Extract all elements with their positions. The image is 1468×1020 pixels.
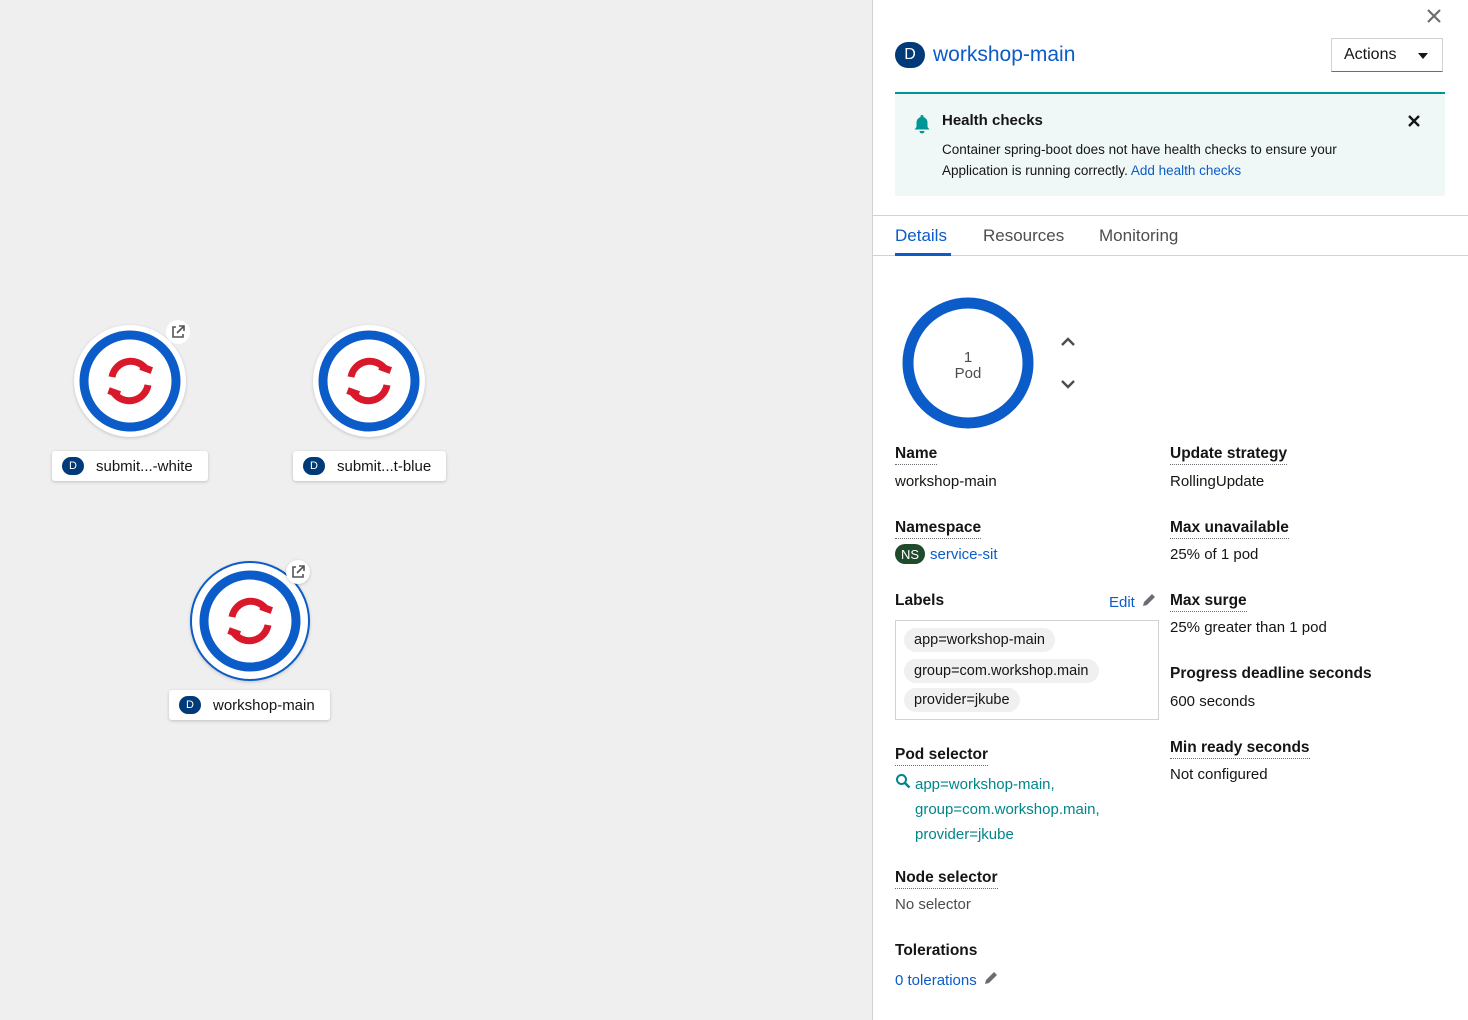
max-unavailable-label: Max unavailable	[1170, 519, 1289, 539]
panel-header: D workshop-main	[895, 42, 1075, 68]
close-panel-icon[interactable]	[1424, 6, 1444, 26]
node-circle[interactable]	[313, 325, 425, 437]
progress-deadline-value: 600 seconds	[1170, 693, 1256, 710]
tolerations-link: 0 tolerations	[895, 971, 977, 989]
update-strategy-value: RollingUpdate	[1170, 473, 1265, 490]
pod-selector-label: Pod selector	[895, 746, 989, 766]
add-health-checks-link[interactable]: Add health checks	[1131, 163, 1241, 178]
node-name: workshop-main	[213, 696, 315, 714]
labels-label: Labels	[895, 592, 945, 609]
panel-title[interactable]: workshop-main	[933, 43, 1075, 67]
pod-unit: Pod	[954, 365, 982, 382]
min-ready-value: Not configured	[1170, 766, 1268, 783]
namespace-link[interactable]: service-sit	[930, 546, 998, 563]
alert-title: Health checks	[942, 112, 1043, 129]
tab-details[interactable]: Details	[895, 226, 947, 246]
tab-resources[interactable]: Resources	[983, 226, 1064, 246]
node-label[interactable]: D submit...-white	[52, 451, 208, 481]
tolerations-edit[interactable]: 0 tolerations	[895, 970, 999, 990]
open-url-icon[interactable]	[166, 320, 190, 344]
alert-body: Container spring-boot does not have heal…	[942, 139, 1392, 181]
pod-selector-line: group=com.workshop.main,	[915, 801, 1100, 818]
labels-edit-button[interactable]: Edit	[1109, 592, 1157, 612]
node-selector-label: Node selector	[895, 869, 998, 889]
topology-canvas[interactable]: D submit...-white D submit...t-blue D wo…	[0, 0, 872, 1020]
tab-monitoring[interactable]: Monitoring	[1099, 226, 1178, 246]
health-checks-alert: Health checks Container spring-boot does…	[895, 92, 1445, 196]
name-value: workshop-main	[895, 473, 997, 490]
pod-selector-line: provider=jkube	[915, 826, 1014, 843]
node-circle[interactable]	[74, 325, 186, 437]
scale-down-icon[interactable]	[1059, 377, 1077, 396]
edit-label: Edit	[1109, 593, 1135, 611]
pencil-icon	[1141, 592, 1157, 612]
label-chip[interactable]: app=workshop-main	[904, 628, 1055, 652]
pod-ring-label: 1 Pod	[901, 350, 1035, 382]
node-selector-value: No selector	[895, 896, 971, 913]
pod-selector-link[interactable]: app=workshop-main, group=com.workshop.ma…	[915, 772, 1100, 847]
tab-bar: Details Resources Monitoring	[873, 216, 1468, 256]
deployment-badge: D	[62, 457, 84, 475]
deployment-badge: D	[303, 457, 325, 475]
label-chip[interactable]: provider=jkube	[904, 688, 1020, 712]
openshift-logo-icon	[79, 330, 181, 432]
node-name: submit...-white	[96, 457, 193, 475]
pencil-icon	[983, 970, 999, 990]
max-surge-label: Max surge	[1170, 592, 1247, 612]
openshift-logo-icon	[318, 330, 420, 432]
open-url-icon[interactable]	[286, 560, 310, 584]
min-ready-label: Min ready seconds	[1170, 739, 1310, 759]
namespace-label: Namespace	[895, 519, 982, 539]
deployment-badge: D	[179, 696, 201, 714]
namespace-value: NS service-sit	[895, 544, 998, 564]
node-label[interactable]: D submit...t-blue	[293, 451, 446, 481]
pod-selector-line: app=workshop-main,	[915, 776, 1055, 793]
labels-list: app=workshop-main group=com.workshop.mai…	[895, 620, 1159, 720]
max-surge-value: 25% greater than 1 pod	[1170, 619, 1327, 636]
scale-up-icon[interactable]	[1059, 335, 1077, 354]
actions-label: Actions	[1344, 46, 1397, 63]
tolerations-label: Tolerations	[895, 942, 978, 959]
bell-icon	[913, 114, 931, 139]
namespace-badge: NS	[895, 544, 925, 564]
label-chip[interactable]: group=com.workshop.main	[904, 659, 1099, 683]
caret-down-icon	[1418, 53, 1428, 59]
side-panel: D workshop-main Actions Health checks Co…	[872, 0, 1468, 1020]
actions-dropdown[interactable]: Actions	[1331, 38, 1443, 72]
max-unavailable-value: 25% of 1 pod	[1170, 546, 1259, 563]
node-label[interactable]: D workshop-main	[169, 690, 330, 720]
progress-deadline-label: Progress deadline seconds	[1170, 665, 1372, 682]
search-icon	[895, 773, 911, 794]
name-label: Name	[895, 445, 938, 465]
deployment-badge: D	[895, 42, 925, 68]
node-name: submit...t-blue	[337, 457, 432, 475]
pod-count: 1	[963, 349, 973, 366]
update-strategy-label: Update strategy	[1170, 445, 1288, 465]
active-tab-indicator	[895, 253, 951, 256]
close-alert-icon[interactable]	[1407, 114, 1421, 133]
